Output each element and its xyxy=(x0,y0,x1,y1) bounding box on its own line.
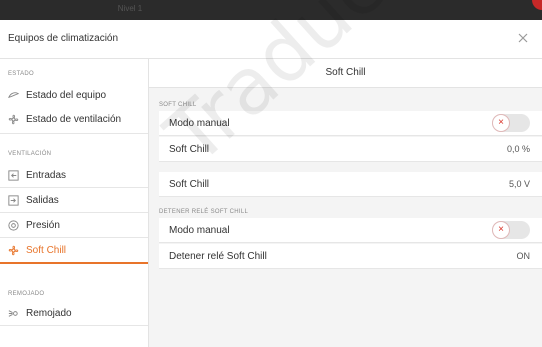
page-title: Soft Chill xyxy=(325,67,366,78)
dialog-title: Equipos de climatización xyxy=(8,33,119,44)
section-label-ventilacion: VENTILACIÓN xyxy=(8,151,52,157)
main-header: Soft Chill xyxy=(149,59,542,88)
section-label-remojado: REMOJADO xyxy=(8,291,45,297)
row-label: Modo manual xyxy=(169,117,230,129)
sidebar-item-remojado[interactable]: Remojado xyxy=(0,301,148,325)
setting-row-modo-manual-rele: Modo manual × xyxy=(159,218,542,243)
fan-blade-icon xyxy=(6,88,20,102)
sidebar: ESTADO Estado del equipo Estado de venti… xyxy=(0,59,149,347)
setting-row-soft-chill-voltage: Soft Chill 5,0 V xyxy=(159,172,542,197)
row-label: Detener relé Soft Chill xyxy=(169,250,267,262)
inlet-icon xyxy=(6,168,20,182)
top-bar-title: Nivel 1 xyxy=(117,4,143,13)
row-label: Soft Chill xyxy=(169,178,210,190)
row-label: Modo manual xyxy=(169,224,230,236)
row-value: ON xyxy=(516,251,531,261)
item-divider xyxy=(0,325,148,326)
sidebar-item-salidas[interactable]: Salidas xyxy=(0,188,148,212)
app-top-bar: Nivel 1 xyxy=(0,0,542,20)
section-divider xyxy=(0,133,148,134)
group-label-soft-chill: SOFT CHILL xyxy=(159,102,197,108)
sidebar-item-label: Estado de ventilación xyxy=(26,113,122,125)
soaking-icon xyxy=(6,306,20,320)
sidebar-item-estado-de-ventilacion[interactable]: Estado de ventilación xyxy=(0,107,148,131)
toggle-off-icon: × xyxy=(493,115,509,131)
sidebar-item-presion[interactable]: Presión xyxy=(0,213,148,237)
close-icon xyxy=(518,33,528,43)
sidebar-item-entradas[interactable]: Entradas xyxy=(0,163,148,187)
setting-row-soft-chill-percent: Soft Chill 0,0 % xyxy=(159,137,542,162)
sidebar-item-label: Soft Chill xyxy=(26,244,67,256)
relay-manual-mode-toggle[interactable]: × xyxy=(492,221,530,239)
section-label-estado: ESTADO xyxy=(8,71,35,77)
row-label: Soft Chill xyxy=(169,143,210,155)
sidebar-item-soft-chill[interactable]: Soft Chill xyxy=(0,238,148,264)
dialog-header: Equipos de climatización xyxy=(0,20,542,59)
sidebar-item-label: Estado del equipo xyxy=(26,89,107,101)
setting-row-detener-rele: Detener relé Soft Chill ON xyxy=(159,244,542,269)
soft-chill-icon xyxy=(6,243,20,257)
sidebar-item-label: Entradas xyxy=(26,169,67,181)
sidebar-item-label: Remojado xyxy=(26,307,72,319)
climate-equipment-dialog: Equipos de climatización ESTADO Estado d… xyxy=(0,20,542,347)
outlet-icon xyxy=(6,193,20,207)
sidebar-item-label: Presión xyxy=(26,219,60,231)
setting-row-modo-manual: Modo manual × xyxy=(159,111,542,136)
ventilation-icon xyxy=(6,112,20,126)
sidebar-item-label: Salidas xyxy=(26,194,59,206)
manual-mode-toggle[interactable]: × xyxy=(492,114,530,132)
row-value: 5,0 V xyxy=(508,179,530,189)
group-label-detener-rele: DETENER RELÉ SOFT CHILL xyxy=(159,209,249,215)
close-button[interactable] xyxy=(514,29,532,47)
main-panel: Soft Chill SOFT CHILL Modo manual × Soft… xyxy=(149,59,542,347)
toggle-off-icon: × xyxy=(493,222,509,238)
corner-accent xyxy=(532,0,542,10)
row-value: 0,0 % xyxy=(506,144,530,154)
sidebar-item-estado-del-equipo[interactable]: Estado del equipo xyxy=(0,83,148,107)
pressure-icon xyxy=(6,218,20,232)
